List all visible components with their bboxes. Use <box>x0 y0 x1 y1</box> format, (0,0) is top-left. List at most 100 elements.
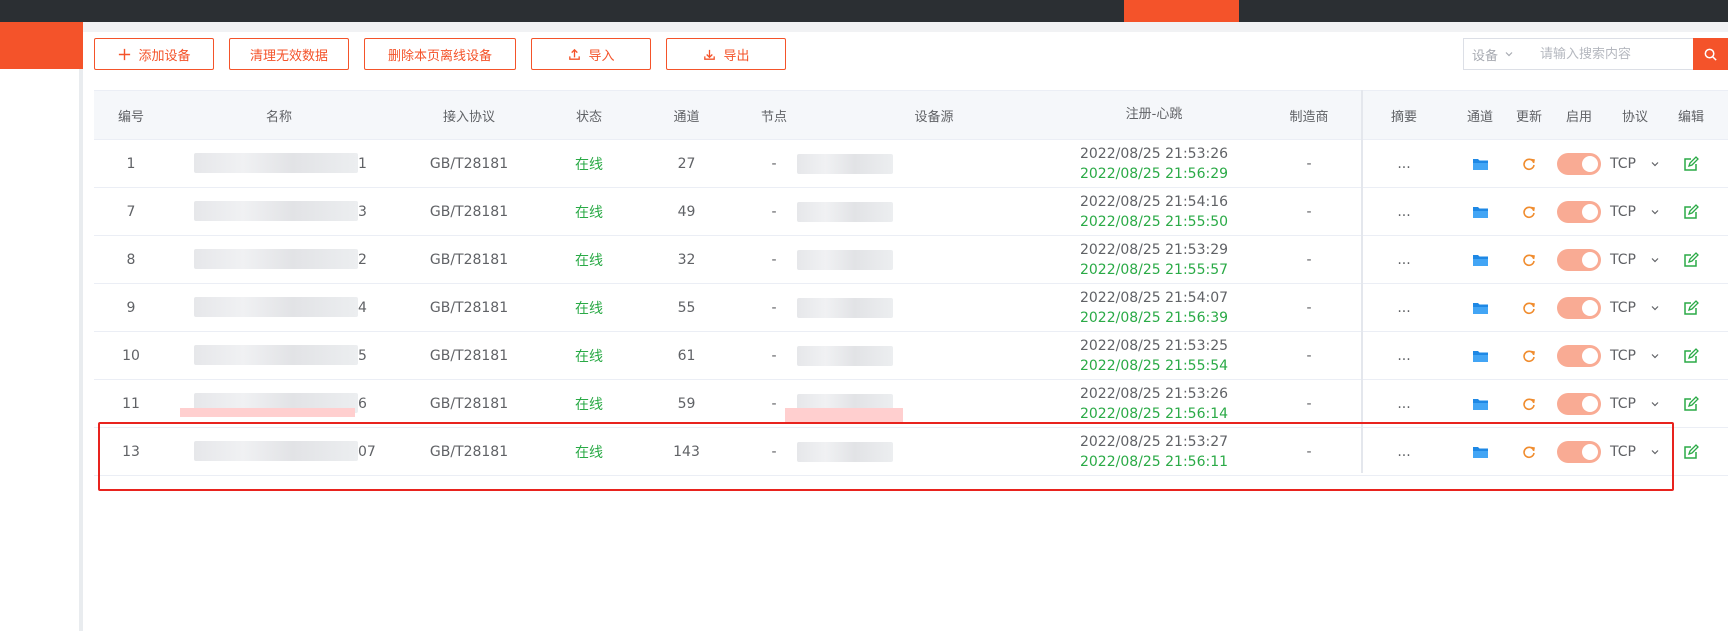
protocol-select[interactable]: TCP <box>1604 428 1666 475</box>
status-badge: 在线 <box>575 156 603 173</box>
flow-button[interactable] <box>1716 236 1728 283</box>
table-row: 1 1 GB/T28181 在线 27 - 2022/08/25 21:53:2… <box>94 140 1728 188</box>
register-time: 2022/08/25 21:53:29 <box>1079 241 1229 258</box>
toggle-switch[interactable] <box>1557 440 1601 463</box>
edit-button[interactable] <box>1666 140 1716 187</box>
enable-toggle[interactable] <box>1554 380 1604 427</box>
refresh-icon <box>1523 445 1535 458</box>
search-type-select[interactable]: 设备 <box>1464 45 1530 64</box>
flow-button[interactable] <box>1716 380 1728 427</box>
channel-button[interactable] <box>1456 236 1504 283</box>
edit-button[interactable] <box>1666 380 1716 427</box>
row-register-heartbeat: 2022/08/25 21:53:26 2022/08/25 21:56:29 <box>1054 140 1254 187</box>
sidebar-active-item[interactable] <box>0 22 83 69</box>
row-protocol: GB/T28181 <box>429 203 509 220</box>
row-name-tail: 1 <box>358 155 367 172</box>
top-nav-active-tab[interactable] <box>1124 0 1239 22</box>
row-summary[interactable]: ... <box>1369 188 1439 235</box>
chevron-down-icon <box>1651 305 1659 310</box>
row-summary[interactable]: ... <box>1369 380 1439 427</box>
channel-button[interactable] <box>1456 380 1504 427</box>
table-row: 9 4 GB/T28181 在线 55 - 2022/08/25 21:54:0… <box>94 284 1728 332</box>
export-button[interactable]: 导出 <box>666 38 786 70</box>
redacted-name <box>194 201 358 221</box>
header-flow: 流量 <box>1716 91 1728 139</box>
flow-button[interactable] <box>1716 140 1728 187</box>
delete-offline-devices-button[interactable]: 删除本页离线设备 <box>364 38 516 70</box>
channel-button[interactable] <box>1456 332 1504 379</box>
row-name-tail: 6 <box>358 395 367 412</box>
update-button[interactable] <box>1504 428 1554 475</box>
row-maker: - <box>1306 203 1312 220</box>
row-maker: - <box>1306 299 1312 316</box>
table-row: 10 5 GB/T28181 在线 61 - 2022/08/25 21:53:… <box>94 332 1728 380</box>
redacted-name <box>194 441 358 461</box>
toggle-switch[interactable] <box>1557 152 1601 175</box>
flow-button[interactable] <box>1716 332 1728 379</box>
search-input[interactable] <box>1530 45 1694 63</box>
row-summary[interactable]: ... <box>1369 236 1439 283</box>
table-row: 13 07 GB/T28181 在线 143 - 2022/08/25 21:5… <box>94 428 1728 476</box>
row-summary[interactable]: ... <box>1369 332 1439 379</box>
row-id: 7 <box>126 203 136 220</box>
toggle-switch[interactable] <box>1557 344 1601 367</box>
row-summary[interactable]: ... <box>1369 284 1439 331</box>
update-button[interactable] <box>1504 284 1554 331</box>
channel-button[interactable] <box>1456 188 1504 235</box>
row-register-heartbeat: 2022/08/25 21:53:29 2022/08/25 21:55:57 <box>1054 236 1254 283</box>
flow-button[interactable] <box>1716 284 1728 331</box>
search-button[interactable] <box>1693 38 1728 70</box>
top-navbar <box>0 0 1728 22</box>
import-button[interactable]: 导入 <box>531 38 651 70</box>
content-top-gap <box>83 22 1728 32</box>
edit-button[interactable] <box>1666 188 1716 235</box>
edit-button[interactable] <box>1666 428 1716 475</box>
flow-button[interactable] <box>1716 428 1728 475</box>
protocol-select[interactable]: TCP <box>1604 284 1666 331</box>
row-protocol: GB/T28181 <box>429 299 509 316</box>
enable-toggle[interactable] <box>1554 140 1604 187</box>
protocol-select[interactable]: TCP <box>1604 380 1666 427</box>
protocol-select[interactable]: TCP <box>1604 332 1666 379</box>
update-button[interactable] <box>1504 140 1554 187</box>
update-button[interactable] <box>1504 332 1554 379</box>
header-maker: 制造商 <box>1289 109 1329 125</box>
enable-toggle[interactable] <box>1554 332 1604 379</box>
add-device-button[interactable]: 添加设备 <box>94 38 214 70</box>
table-row: 7 3 GB/T28181 在线 49 - 2022/08/25 21:54:1… <box>94 188 1728 236</box>
update-button[interactable] <box>1504 380 1554 427</box>
protocol-select[interactable]: TCP <box>1604 236 1666 283</box>
edit-button[interactable] <box>1666 284 1716 331</box>
toggle-switch[interactable] <box>1557 200 1601 223</box>
row-channel-count: 59 <box>677 395 696 412</box>
heartbeat-time: 2022/08/25 21:55:54 <box>1079 357 1229 374</box>
protocol-value: TCP <box>1610 251 1636 268</box>
channel-button[interactable] <box>1456 284 1504 331</box>
clean-invalid-data-button[interactable]: 清理无效数据 <box>229 38 349 70</box>
channel-button[interactable] <box>1456 140 1504 187</box>
row-summary[interactable]: ... <box>1369 428 1439 475</box>
enable-toggle[interactable] <box>1554 428 1604 475</box>
protocol-select[interactable]: TCP <box>1604 188 1666 235</box>
toggle-switch[interactable] <box>1557 392 1601 415</box>
toggle-switch[interactable] <box>1557 248 1601 271</box>
enable-toggle[interactable] <box>1554 236 1604 283</box>
update-button[interactable] <box>1504 236 1554 283</box>
edit-button[interactable] <box>1666 332 1716 379</box>
update-button[interactable] <box>1504 188 1554 235</box>
enable-toggle[interactable] <box>1554 188 1604 235</box>
toggle-switch[interactable] <box>1557 296 1601 319</box>
protocol-select[interactable]: TCP <box>1604 140 1666 187</box>
status-badge: 在线 <box>575 252 603 269</box>
enable-toggle[interactable] <box>1554 284 1604 331</box>
register-time: 2022/08/25 21:53:26 <box>1079 385 1229 402</box>
header-protocol: 接入协议 <box>442 109 495 125</box>
channel-button[interactable] <box>1456 428 1504 475</box>
row-name-tail: 4 <box>358 299 367 316</box>
chevron-down-icon <box>1651 161 1659 166</box>
row-id: 13 <box>122 443 140 460</box>
edit-button[interactable] <box>1666 236 1716 283</box>
flow-button[interactable] <box>1716 188 1728 235</box>
status-badge: 在线 <box>575 204 603 221</box>
row-summary[interactable]: ... <box>1369 140 1439 187</box>
